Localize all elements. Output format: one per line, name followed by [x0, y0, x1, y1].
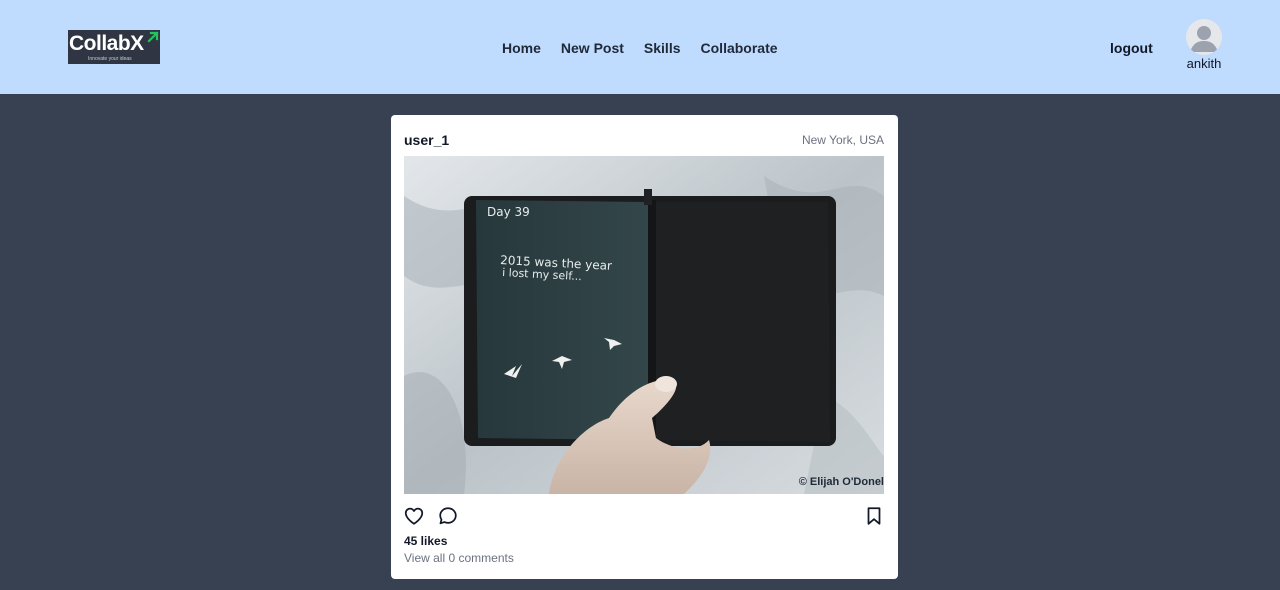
post-card: user_1 New York, USA Day 39 2015 was the…: [391, 115, 898, 579]
nav-new-post[interactable]: New Post: [561, 38, 624, 58]
nav-collaborate[interactable]: Collaborate: [701, 38, 778, 58]
user-profile[interactable]: ankith: [1180, 19, 1228, 72]
logout-link[interactable]: logout: [1110, 38, 1153, 58]
top-navbar: CollabX Innovate your ideas Home New Pos…: [0, 0, 1280, 94]
logo-tagline: Innovate your ideas: [88, 56, 132, 62]
post-author[interactable]: user_1: [404, 131, 449, 149]
image-credit: © Elijah O'Donel: [798, 476, 884, 488]
main-navigation: Home New Post Skills Collaborate: [502, 38, 778, 58]
user-avatar-icon[interactable]: [1186, 19, 1222, 55]
post-image[interactable]: Day 39 2015 was the year i lost my self.…: [404, 156, 884, 494]
likes-count: 45 likes: [404, 534, 448, 548]
logo-wordmark: CollabX: [69, 32, 144, 55]
view-comments-link[interactable]: View all 0 comments: [404, 550, 514, 566]
bookmark-icon[interactable]: [863, 505, 885, 527]
logo-arrow-icon: [147, 31, 159, 43]
nav-skills[interactable]: Skills: [644, 38, 681, 58]
comment-icon[interactable]: [437, 505, 459, 527]
post-location: New York, USA: [801, 133, 884, 147]
collabx-logo[interactable]: CollabX Innovate your ideas: [68, 30, 160, 64]
heart-icon[interactable]: [403, 505, 425, 527]
image-day-text: Day 39: [487, 205, 530, 219]
nav-home[interactable]: Home: [502, 38, 541, 58]
notebook-photo: Day 39 2015 was the year i lost my self.…: [404, 156, 884, 494]
username-label: ankith: [1186, 56, 1222, 71]
